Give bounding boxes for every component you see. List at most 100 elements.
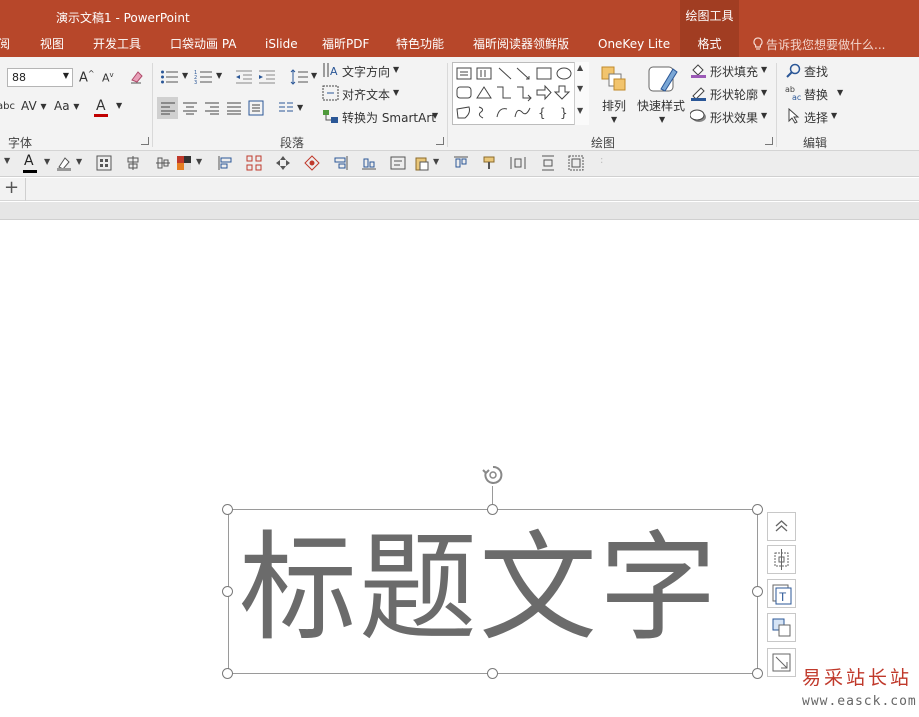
- smartart-icon[interactable]: [322, 108, 339, 124]
- chevron-down-icon[interactable]: ▼: [297, 103, 303, 112]
- chevron-down-icon[interactable]: ▼: [577, 84, 583, 93]
- tab-developer[interactable]: 开发工具: [93, 33, 141, 57]
- rotate-handle-icon[interactable]: [482, 464, 504, 486]
- tab-special-features[interactable]: 特色功能: [396, 33, 444, 57]
- chevron-down-icon[interactable]: ▼: [216, 71, 222, 80]
- side-collapse-button[interactable]: [767, 512, 796, 541]
- tab-islide[interactable]: iSlide: [265, 33, 298, 57]
- grow-font-icon[interactable]: A^: [79, 69, 95, 85]
- chevron-down-icon[interactable]: ▼: [182, 71, 188, 80]
- chevron-down-icon[interactable]: ▼: [837, 88, 843, 97]
- chevron-down-icon[interactable]: ▼: [761, 111, 767, 120]
- chevron-down-icon[interactable]: ▼: [611, 115, 617, 124]
- text-box-icon[interactable]: [390, 155, 406, 171]
- tab-onekey-lite[interactable]: OneKey Lite: [598, 33, 670, 57]
- chevron-down-icon[interactable]: ▼: [44, 157, 50, 166]
- strikethrough-icon[interactable]: abc: [0, 101, 15, 112]
- decrease-indent-icon[interactable]: [235, 69, 253, 85]
- align-top-objects-icon[interactable]: [453, 155, 469, 171]
- shape-fill-button[interactable]: 形状填充: [710, 63, 758, 80]
- shapes-gallery[interactable]: { } ▲ ▼ ▼: [452, 62, 589, 125]
- side-expand-button[interactable]: [767, 648, 796, 677]
- resize-handle-r[interactable]: [752, 586, 763, 597]
- align-center-icon[interactable]: [182, 101, 198, 115]
- text-direction-button[interactable]: 文字方向: [342, 63, 390, 80]
- char-spacing-icon[interactable]: AV ▾: [21, 99, 47, 113]
- tab-pocket-animation[interactable]: 口袋动画 PA: [170, 33, 237, 57]
- title-text[interactable]: 标题文字: [239, 518, 719, 658]
- shapes-gallery-scroll[interactable]: ▲ ▼ ▼: [574, 62, 589, 125]
- tab-format[interactable]: 格式: [680, 33, 739, 57]
- drawing-dialog-launcher[interactable]: [765, 137, 773, 145]
- align-left-icon[interactable]: [160, 101, 176, 115]
- center-object-icon[interactable]: [304, 155, 320, 171]
- increase-indent-icon[interactable]: [258, 69, 276, 85]
- arrange-icon[interactable]: [600, 65, 628, 93]
- change-case-icon[interactable]: Aa ▾: [54, 99, 79, 113]
- distribute-icon[interactable]: [246, 155, 262, 171]
- group-objects-icon[interactable]: [568, 155, 584, 171]
- justify-icon[interactable]: [226, 101, 242, 115]
- font-dialog-launcher[interactable]: [141, 137, 149, 145]
- select-cursor-icon[interactable]: [787, 108, 800, 124]
- distribute-vertical-icon[interactable]: [540, 155, 556, 171]
- distributed-icon[interactable]: [248, 100, 264, 116]
- replace-icon[interactable]: abac: [785, 85, 802, 101]
- quick-styles-icon[interactable]: [647, 63, 679, 95]
- chevron-down-icon[interactable]: ▼: [196, 157, 202, 166]
- toolbar-overflow[interactable]: :: [600, 155, 603, 166]
- align-left-objects-icon[interactable]: [217, 155, 233, 171]
- add-slide-icon[interactable]: +: [4, 178, 19, 198]
- resize-handle-tr[interactable]: [752, 504, 763, 515]
- text-direction-icon[interactable]: A: [322, 62, 339, 78]
- replace-button[interactable]: 替换: [804, 86, 828, 103]
- side-shape-button[interactable]: [767, 613, 796, 642]
- align-text-icon[interactable]: [322, 85, 339, 101]
- tell-me-search[interactable]: 告诉我您想要做什么...: [752, 33, 885, 57]
- chevron-down-icon[interactable]: ▼: [311, 71, 317, 80]
- format-painter-icon[interactable]: [482, 155, 498, 171]
- shape-fill-icon[interactable]: [690, 62, 707, 78]
- tab-foxit-pdf[interactable]: 福昕PDF: [322, 33, 369, 57]
- find-button[interactable]: 查找: [804, 63, 828, 80]
- tab-review[interactable]: 阅: [0, 33, 10, 57]
- columns-icon[interactable]: [278, 101, 294, 115]
- chevron-down-icon[interactable]: ▼: [761, 65, 767, 74]
- chevron-down-icon[interactable]: ▼: [432, 111, 438, 120]
- shape-effects-icon[interactable]: [690, 108, 707, 124]
- resize-handle-bl[interactable]: [222, 668, 233, 679]
- numbering-icon[interactable]: 123: [194, 69, 214, 85]
- align-text-button[interactable]: 对齐文本: [342, 86, 390, 103]
- align-right-objects-icon[interactable]: [333, 155, 349, 171]
- quick-styles-button[interactable]: 快速样式: [637, 97, 685, 114]
- resize-handle-br[interactable]: [752, 668, 763, 679]
- chevron-down-icon[interactable]: ▼: [393, 88, 399, 97]
- bullets-icon[interactable]: [160, 69, 180, 85]
- side-text-button[interactable]: T: [767, 579, 796, 608]
- chevron-down-icon[interactable]: ▼: [831, 111, 837, 120]
- align-middle-icon[interactable]: [155, 155, 171, 171]
- find-icon[interactable]: [786, 63, 801, 78]
- chevron-down-icon[interactable]: ▼: [659, 115, 665, 124]
- distribute-horizontal-icon[interactable]: [510, 155, 526, 171]
- chevron-down-icon[interactable]: ▼: [761, 88, 767, 97]
- font-color-icon[interactable]: A: [23, 153, 37, 173]
- clear-format-icon[interactable]: [129, 69, 145, 85]
- tab-view[interactable]: 视图: [40, 33, 64, 57]
- resize-handle-b[interactable]: [487, 668, 498, 679]
- align-right-icon[interactable]: [204, 101, 220, 115]
- chevron-down-icon[interactable]: ▼: [76, 157, 82, 166]
- align-center-vertical-icon[interactable]: [125, 155, 141, 171]
- font-color-dropdown[interactable]: ▼: [116, 101, 122, 110]
- shape-effects-button[interactable]: 形状效果: [710, 109, 758, 126]
- align-bottom-objects-icon[interactable]: [361, 155, 377, 171]
- shape-outline-button[interactable]: 形状轮廓: [710, 86, 758, 103]
- chevron-down-icon[interactable]: ▼: [4, 156, 10, 165]
- line-spacing-icon[interactable]: [290, 69, 310, 85]
- chevron-down-icon[interactable]: ▼: [433, 157, 439, 166]
- title-text-box[interactable]: 标题文字: [228, 509, 758, 674]
- font-color-icon[interactable]: A: [94, 98, 108, 117]
- grid-icon[interactable]: [96, 155, 112, 171]
- chevron-up-icon[interactable]: ▲: [577, 63, 583, 72]
- convert-smartart-button[interactable]: 转换为 SmartArt: [342, 109, 436, 126]
